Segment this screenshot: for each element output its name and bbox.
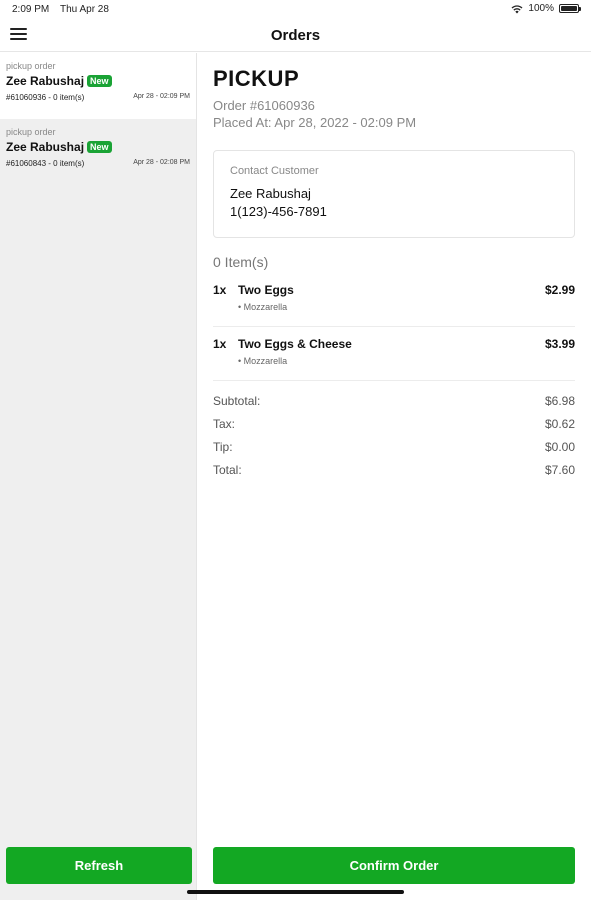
total-value: $0.00 — [544, 440, 575, 454]
item-quantity: 1x — [213, 283, 227, 297]
order-type: pickup order — [6, 127, 56, 137]
placed-at: Placed At: Apr 28, 2022 - 02:09 PM — [213, 115, 417, 130]
battery-icon — [559, 4, 581, 13]
page-title: Orders — [270, 27, 321, 44]
new-badge: New — [87, 141, 112, 153]
item-price: $3.99 — [544, 337, 575, 351]
order-summary: #61060843 - 0 item(s) — [6, 159, 85, 168]
home-indicator[interactable] — [187, 890, 404, 894]
status-time: 2:09 PM — [12, 4, 50, 15]
item-quantity: 1x — [213, 337, 227, 351]
refresh-button[interactable]: Refresh — [6, 847, 192, 884]
order-number: Order #61060936 — [213, 98, 315, 113]
battery-percent: 100% — [528, 3, 554, 14]
customer-name: Zee Rabushaj — [6, 74, 85, 88]
new-badge: New — [87, 75, 112, 87]
line-item: 1x Two Eggs & Cheese $3.99 • Mozzarella — [213, 327, 575, 381]
total-value: $0.62 — [544, 417, 575, 431]
orders-sidebar: pickup order Zee Rabushaj New #61060936 … — [0, 53, 197, 900]
order-type: pickup order — [6, 61, 56, 71]
line-item: 1x Two Eggs $2.99 • Mozzarella — [213, 273, 575, 327]
order-timestamp: Apr 28 - 02:09 PM — [133, 93, 190, 100]
wifi-icon — [511, 4, 523, 13]
order-detail: PICKUP Order #61060936 Placed At: Apr 28… — [213, 53, 575, 486]
grand-total-row: Total: $7.60 — [213, 463, 575, 486]
total-label: Tip: — [213, 440, 233, 454]
status-indicators: 100% — [511, 3, 581, 14]
customer-name: Zee Rabushaj — [6, 140, 85, 154]
status-date: Thu Apr 28 — [60, 4, 109, 15]
total-label: Tax: — [213, 417, 236, 431]
order-totals: Subtotal: $6.98 Tax: $0.62 Tip: $0.00 To… — [213, 394, 575, 486]
item-modifier: • Mozzarella — [238, 302, 288, 312]
hamburger-menu-icon[interactable] — [10, 28, 27, 42]
item-price: $2.99 — [544, 283, 575, 297]
total-value: $7.60 — [544, 463, 575, 477]
nav-bar: Orders — [0, 20, 591, 52]
status-bar: 2:09 PM Thu Apr 28 100% — [0, 0, 591, 20]
tip-row: Tip: $0.00 — [213, 440, 575, 463]
item-name: Two Eggs — [238, 283, 294, 297]
confirm-order-button[interactable]: Confirm Order — [213, 847, 575, 884]
total-label: Subtotal: — [213, 394, 261, 408]
contact-name: Zee Rabushaj — [230, 186, 311, 201]
total-value: $6.98 — [544, 394, 575, 408]
order-list-item[interactable]: pickup order Zee Rabushaj New #61060843 … — [0, 119, 196, 185]
items-count: 0 Item(s) — [213, 254, 269, 270]
item-name: Two Eggs & Cheese — [238, 337, 352, 351]
subtotal-row: Subtotal: $6.98 — [213, 394, 575, 417]
order-list-item[interactable]: pickup order Zee Rabushaj New #61060936 … — [0, 53, 196, 119]
tax-row: Tax: $0.62 — [213, 417, 575, 440]
total-label: Total: — [213, 463, 242, 477]
contact-customer-card[interactable]: Contact Customer Zee Rabushaj 1(123)-456… — [213, 150, 575, 238]
item-modifier: • Mozzarella — [238, 356, 288, 366]
contact-phone[interactable]: 1(123)-456-7891 — [230, 204, 558, 219]
order-timestamp: Apr 28 - 02:08 PM — [133, 159, 190, 166]
order-summary: #61060936 - 0 item(s) — [6, 93, 85, 102]
contact-label: Contact Customer — [230, 165, 319, 177]
order-type-heading: PICKUP — [213, 66, 300, 91]
